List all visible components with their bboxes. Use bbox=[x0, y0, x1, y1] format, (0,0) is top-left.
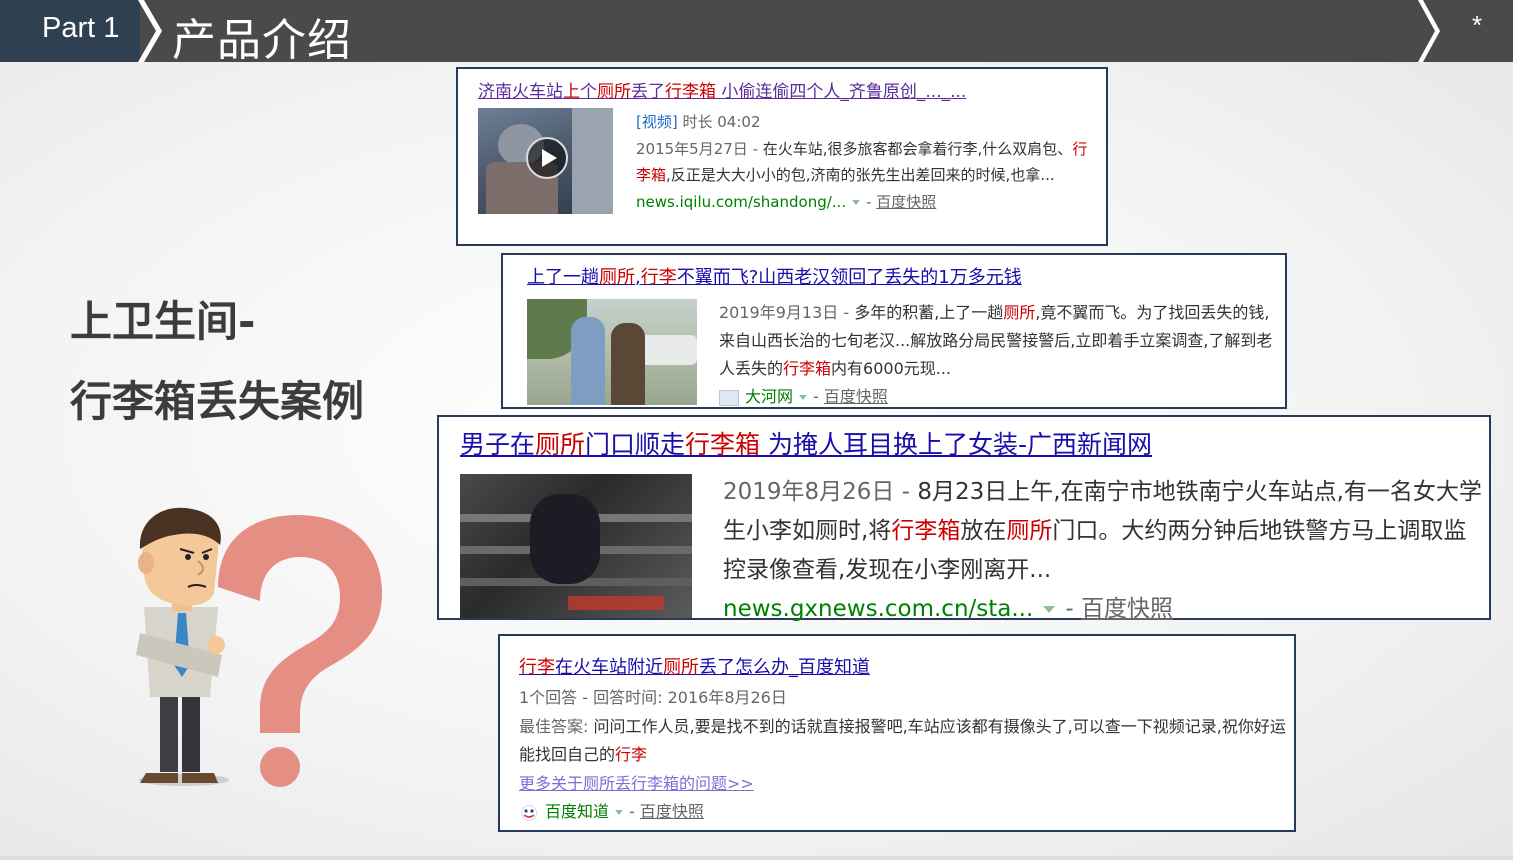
result-title-link[interactable]: 行李在火车站附近厕所丢了怎么办_百度知道 bbox=[519, 653, 870, 679]
corner-mark: * bbox=[1472, 10, 1483, 40]
result-url[interactable]: news.iqilu.com/shandong/... bbox=[636, 193, 846, 211]
title-text: 不翼而飞?山西老汉领回了丢失的1万多元钱 bbox=[676, 267, 1022, 288]
snippet-text: ,反正是大大小小的包,济南的张先生出差回来的时候,也拿... bbox=[666, 166, 1055, 184]
search-result-card-3: 男子在厕所门口顺走行李箱 为掩人耳目换上了女装-广西新闻网 2019年8月26日… bbox=[437, 415, 1491, 622]
person-figure bbox=[530, 494, 600, 584]
dropdown-arrow-icon[interactable] bbox=[615, 810, 624, 815]
result-body: 2019年8月26日 - 8月23日上午,在南宁市地铁南宁火车站点,有一名女大学… bbox=[723, 479, 1482, 622]
snippet-date: 2019年9月13日 - bbox=[719, 303, 855, 322]
title-keyword-highlight: 行李 bbox=[519, 657, 555, 678]
result-snippet: 2015年5月27日 - 在火车站,很多旅客都会拿着行李,什么双肩包、行李箱,反… bbox=[636, 140, 1087, 185]
dropdown-arrow-icon[interactable] bbox=[1043, 606, 1056, 613]
snapshot-link[interactable]: 百度快照 bbox=[876, 193, 936, 211]
snippet-date: 2015年5月27日 - bbox=[636, 139, 763, 158]
title-text: 门口顺走 bbox=[585, 430, 686, 459]
result-snippet: 2019年8月26日 - 8月23日上午,在南宁市地铁南宁火车站点,有一名女大学… bbox=[723, 479, 1482, 583]
snapshot-link[interactable]: 百度快照 bbox=[1081, 596, 1173, 622]
result-source[interactable]: 大河网 bbox=[745, 387, 793, 406]
snippet-keyword-highlight: 行李 bbox=[615, 745, 648, 764]
snippet-text: 内有6000元现... bbox=[831, 359, 952, 378]
title-keyword-highlight: 行李 bbox=[640, 267, 677, 288]
chevron-right-icon bbox=[138, 0, 162, 62]
confused-man-illustration bbox=[136, 507, 382, 787]
snapshot-link[interactable]: 百度快照 bbox=[640, 802, 704, 821]
chevron-right-icon bbox=[1418, 0, 1440, 62]
search-result-card-4: 行李在火车站附近厕所丢了怎么办_百度知道 1个回答 - 回答时间: 2016年8… bbox=[498, 634, 1296, 832]
result-title-link[interactable]: 上了一趟厕所,行李不翼而飞?山西老汉领回了丢失的1万多元钱 bbox=[527, 263, 1022, 289]
play-icon[interactable] bbox=[526, 137, 568, 179]
dropdown-arrow-icon[interactable] bbox=[852, 199, 861, 205]
result-source[interactable]: 百度知道 bbox=[545, 802, 609, 821]
result-snippet: 2019年9月13日 - 多年的积蓄,上了一趟厕所,竟不翼而飞。为了找回丢失的钱… bbox=[719, 303, 1272, 378]
baidu-logo-icon bbox=[521, 804, 537, 821]
snippet-keyword-highlight: 厕所 bbox=[1006, 518, 1053, 544]
result-body: 2019年9月13日 - 多年的积蓄,上了一趟厕所,竟不翼而飞。为了找回丢失的钱… bbox=[719, 303, 1273, 406]
bottom-divider bbox=[0, 856, 1513, 860]
title-text: 小偷连偷四个人_齐鲁原创_..._... bbox=[716, 82, 967, 102]
answer-meta: 1个回答 - 回答时间: 2016年8月26日 bbox=[519, 688, 787, 707]
snippet-keyword-highlight: 行李箱 bbox=[891, 518, 961, 544]
cctv-thumbnail[interactable] bbox=[460, 474, 692, 618]
snippet-text: 在火车站,很多旅客都会拿着行李,什么双肩包、 bbox=[762, 139, 1073, 158]
title-text: 为掩人耳目换上了女装-广西新闻网 bbox=[760, 430, 1153, 459]
title-text: 在火车站附近 bbox=[555, 657, 663, 678]
title-keyword-highlight: 厕所 bbox=[535, 430, 586, 459]
snippet-keyword-highlight: 行李箱 bbox=[783, 359, 832, 378]
result-body: [视频] 时长 04:02 2015年5月27日 - 在火车站,很多旅客都会拿着… bbox=[636, 113, 1088, 211]
snippet-text: 多年的积蓄,上了一趟 bbox=[854, 303, 1004, 322]
result-title-link[interactable]: 男子在厕所门口顺走行李箱 为掩人耳目换上了女装-广西新闻网 bbox=[460, 425, 1152, 461]
title-keyword-highlight: 行李箱 bbox=[685, 430, 761, 459]
old-man bbox=[611, 323, 645, 405]
title-text: 丢了怎么办_百度知道 bbox=[699, 657, 870, 678]
news-thumbnail[interactable] bbox=[527, 299, 697, 405]
snapshot-link[interactable]: 百度快照 bbox=[824, 387, 888, 406]
title-keyword-highlight: 行李箱 bbox=[665, 82, 716, 102]
result-url[interactable]: news.gxnews.com.cn/sta... bbox=[723, 596, 1033, 622]
police-officer bbox=[571, 317, 605, 405]
title-keyword-highlight: 厕所 bbox=[663, 657, 699, 678]
source-logo-icon bbox=[719, 389, 739, 406]
title-text: 个 bbox=[580, 82, 597, 102]
video-tag: [视频] bbox=[636, 113, 678, 131]
result-title-link[interactable]: 济南火车站上个厕所丢了行李箱 小偷连偷四个人_齐鲁原创_..._... bbox=[478, 77, 966, 102]
more-questions-link[interactable]: 更多关于厕所丢行李箱的问题>> bbox=[519, 774, 754, 793]
title-text: 上了一趟 bbox=[527, 267, 599, 288]
question-mark-icon bbox=[218, 515, 382, 787]
parked-car bbox=[637, 335, 697, 365]
snippet-date: 2019年8月26日 - bbox=[723, 479, 918, 505]
search-result-card-1: 济南火车站上个厕所丢了行李箱 小偷连偷四个人_齐鲁原创_..._... [视频]… bbox=[456, 67, 1108, 246]
search-result-card-2: 上了一趟厕所,行李不翼而飞?山西老汉领回了丢失的1万多元钱 2019年9月13日… bbox=[501, 253, 1287, 409]
part-label: Part 1 bbox=[42, 12, 120, 44]
video-duration: 时长 04:02 bbox=[682, 113, 761, 131]
snippet-text: 放在 bbox=[960, 518, 1007, 544]
title-text: 男子在 bbox=[460, 430, 536, 459]
video-caption-bar bbox=[568, 596, 664, 610]
title-text: 济南火车站 bbox=[478, 82, 563, 102]
snippet-date: 最佳答案: bbox=[519, 716, 594, 736]
page-title: 产品介绍 bbox=[172, 15, 352, 66]
side-heading-line2: 行李箱丢失案例 bbox=[70, 377, 365, 426]
title-keyword-highlight: 厕所 bbox=[597, 82, 631, 102]
snippet-keyword-highlight: 厕所 bbox=[1003, 303, 1036, 322]
man-icon bbox=[136, 507, 229, 786]
side-heading-line1: 上卫生间- bbox=[70, 297, 256, 346]
result-snippet: 最佳答案: 问问工作人员,要是找不到的话就直接报警吧,车站应该都有摄像头了,可以… bbox=[519, 717, 1286, 765]
result-body: 1个回答 - 回答时间: 2016年8月26日 最佳答案: 问问工作人员,要是找… bbox=[519, 688, 1286, 821]
video-thumbnail[interactable] bbox=[478, 108, 613, 214]
title-text: 丢了 bbox=[631, 82, 665, 102]
title-keyword-highlight: 厕所 bbox=[599, 267, 635, 288]
building-wall bbox=[572, 108, 613, 214]
dropdown-arrow-icon[interactable] bbox=[799, 395, 808, 400]
title-keyword-highlight: 上 bbox=[563, 82, 580, 102]
